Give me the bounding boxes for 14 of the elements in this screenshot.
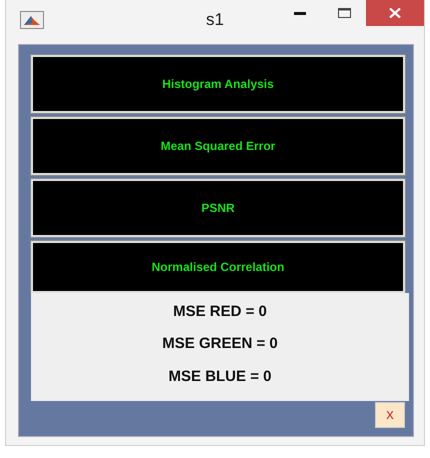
window-title: s1	[206, 10, 224, 29]
action-button[interactable]: Histogram Analysis	[31, 55, 405, 113]
app-icon	[20, 11, 44, 29]
result-text: MSE RED = 0	[173, 302, 267, 320]
action-button[interactable]: Normalised Correlation	[31, 241, 405, 293]
close-button[interactable]	[366, 0, 424, 26]
action-button[interactable]: PSNR	[31, 179, 405, 237]
close-button[interactable]: x	[375, 402, 405, 428]
result-text: MSE GREEN = 0	[162, 335, 278, 352]
minimize-icon[interactable]	[294, 12, 306, 14]
close-icon	[389, 8, 401, 18]
action-button[interactable]: Mean Squared Error	[31, 117, 405, 175]
maximize-icon[interactable]	[338, 8, 350, 18]
result-text: MSE BLUE = 0	[168, 368, 272, 386]
